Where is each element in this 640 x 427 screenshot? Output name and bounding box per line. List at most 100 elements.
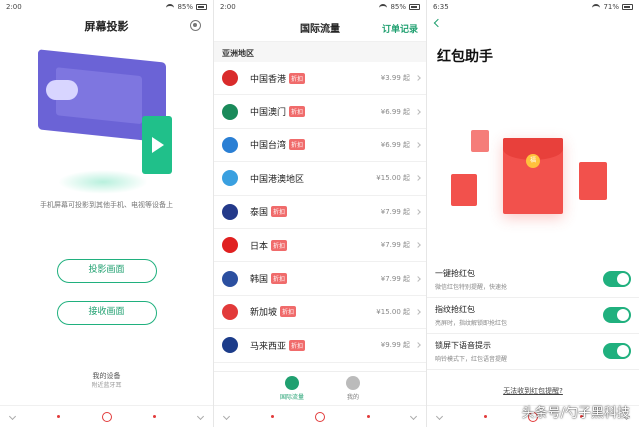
option-title: 指纹抢红包 xyxy=(435,305,475,314)
option-title: 一键抢红包 xyxy=(435,269,475,278)
battery-icon xyxy=(409,4,420,10)
status-bar: 6:35 71% xyxy=(427,0,639,14)
red-envelope-icon: 福 xyxy=(503,138,563,214)
country-row[interactable]: 马来西亚 折扣 ¥9.99 起 xyxy=(214,329,426,363)
country-list: 中国香港 折扣 ¥3.99 起中国澳门 折扣 ¥6.99 起中国台湾 折扣 ¥6.99 起中… xyxy=(214,62,426,363)
tab-international-data[interactable]: 国际流量 xyxy=(280,376,304,401)
lockscreen-voice-toggle[interactable] xyxy=(603,343,631,359)
my-device-link[interactable]: 我的设备 附近蓝牙耳 xyxy=(0,371,213,391)
chevron-down-icon[interactable] xyxy=(222,412,231,421)
country-row[interactable]: 日本 折扣 ¥7.99 起 xyxy=(214,229,426,263)
receive-screen-button[interactable]: 接收画面 xyxy=(56,301,157,325)
discount-badge: 折扣 xyxy=(271,206,288,218)
tab-mine[interactable]: 我的 xyxy=(346,376,360,401)
country-name: 中国台湾 xyxy=(250,141,287,152)
my-device-label: 我的设备 xyxy=(92,372,121,380)
nav-recent-dot[interactable] xyxy=(153,415,157,418)
chevron-right-icon xyxy=(415,142,421,148)
help-link[interactable]: 无法收到红包提醒? xyxy=(427,386,639,396)
one-tap-grab-toggle[interactable] xyxy=(603,271,631,287)
nav-back-dot[interactable] xyxy=(56,415,60,418)
chevron-down-icon[interactable] xyxy=(8,412,17,421)
country-name: 中国港澳地区 xyxy=(250,174,305,185)
user-icon xyxy=(346,376,360,390)
price-label: ¥7.99 起 xyxy=(380,241,410,250)
country-row[interactable]: 中国澳门 折扣 ¥6.99 起 xyxy=(214,95,426,129)
status-time: 6:35 xyxy=(433,3,449,11)
chevron-right-icon xyxy=(415,309,421,315)
page-header: 屏幕投影 xyxy=(0,14,213,38)
battery-icon xyxy=(196,4,207,10)
flag-icon xyxy=(222,270,238,287)
red-packet-assistant-panel: 6:35 71% 红包助手 福 一键抢红包 微信红包特别提醒，快速抢 指纹抢红包… xyxy=(426,0,639,427)
international-data-panel: 2:00 85% 国际流量 订单记录 亚洲地区 中国香港 折扣 ¥3.99 起中国澳… xyxy=(213,0,426,427)
price-label: ¥6.99 起 xyxy=(380,107,410,116)
country-row[interactable]: 泰国 折扣 ¥7.99 起 xyxy=(214,196,426,229)
status-bar: 2:00 85% xyxy=(0,0,213,14)
watermark: 头条号/勺子黑科技 xyxy=(521,406,630,421)
country-name: 泰国 xyxy=(250,208,269,219)
coin-icon: 福 xyxy=(526,154,540,168)
page-title: 红包助手 xyxy=(437,49,493,65)
chevron-down-icon[interactable] xyxy=(409,412,418,421)
option-lockscreen-voice: 锁屏下语音提示 响铃模式下，红包语音提醒 xyxy=(427,334,639,370)
discount-badge: 折扣 xyxy=(271,239,288,251)
chevron-down-icon[interactable] xyxy=(196,412,205,421)
country-name: 韩国 xyxy=(250,275,269,286)
screenshot-collage: 2:00 85% 屏幕投影 手机屏幕可投影到其他手机、电视等设备上 投影画面 接… xyxy=(0,0,640,427)
red-envelope-icon xyxy=(579,162,607,200)
red-envelope-illustration: 福 xyxy=(427,110,639,220)
project-screen-button[interactable]: 投影画面 xyxy=(56,259,157,283)
price-label: ¥15.00 起 xyxy=(376,174,410,183)
option-fingerprint-grab: 指纹抢红包 亮屏时，指纹解锁即抢红包 xyxy=(427,298,639,334)
discount-badge: 折扣 xyxy=(289,72,306,84)
chevron-right-icon xyxy=(415,342,421,349)
country-row[interactable]: 中国港澳地区 ¥15.00 起 xyxy=(214,162,426,196)
flag-icon xyxy=(222,303,238,320)
flag-icon xyxy=(222,136,238,153)
country-row[interactable]: 新加坡 折扣 ¥15.00 起 xyxy=(214,296,426,330)
red-envelope-icon xyxy=(451,174,477,206)
nav-back-dot[interactable] xyxy=(483,415,487,418)
chevron-right-icon xyxy=(415,242,421,248)
price-label: ¥7.99 起 xyxy=(380,207,410,216)
country-row[interactable]: 韩国 折扣 ¥7.99 起 xyxy=(214,262,426,296)
red-envelope-icon xyxy=(471,130,489,152)
country-name: 中国香港 xyxy=(250,74,287,85)
order-history-link[interactable]: 订单记录 xyxy=(382,22,418,35)
wifi-icon xyxy=(166,4,175,10)
projection-beam xyxy=(58,170,148,194)
gear-icon[interactable] xyxy=(190,20,201,31)
price-label: ¥15.00 起 xyxy=(376,307,410,316)
price-label: ¥6.99 起 xyxy=(380,140,410,149)
country-row[interactable]: 中国台湾 折扣 ¥6.99 起 xyxy=(214,129,426,163)
country-name: 中国澳门 xyxy=(250,108,287,119)
nav-recent-dot[interactable] xyxy=(366,415,370,418)
region-heading: 亚洲地区 xyxy=(214,42,426,62)
bottom-tab-bar: 国际流量 我的 xyxy=(214,371,426,405)
flag-icon xyxy=(222,103,238,120)
status-time: 2:00 xyxy=(6,3,22,11)
country-row[interactable]: 中国香港 折扣 ¥3.99 起 xyxy=(214,62,426,96)
home-button[interactable] xyxy=(101,411,112,422)
flag-icon xyxy=(222,337,238,354)
price-label: ¥9.99 起 xyxy=(380,341,410,350)
page-title: 国际流量 xyxy=(300,24,340,35)
system-nav-bar xyxy=(0,405,213,427)
home-button[interactable] xyxy=(315,411,325,422)
flag-icon xyxy=(222,237,238,254)
gamepad-icon xyxy=(46,80,78,100)
chevron-down-icon[interactable] xyxy=(435,412,444,421)
fingerprint-grab-toggle[interactable] xyxy=(603,307,631,323)
tab-label: 我的 xyxy=(346,394,359,401)
discount-badge: 折扣 xyxy=(271,273,288,285)
battery-percent: 71% xyxy=(603,3,619,11)
discount-badge: 折扣 xyxy=(289,106,306,118)
globe-icon xyxy=(284,376,299,390)
nav-back-dot[interactable] xyxy=(270,415,274,418)
wifi-icon xyxy=(379,4,388,10)
status-time: 2:00 xyxy=(220,3,236,11)
flag-icon xyxy=(222,70,238,87)
back-arrow-icon[interactable] xyxy=(433,18,443,28)
country-name: 日本 xyxy=(250,241,269,252)
